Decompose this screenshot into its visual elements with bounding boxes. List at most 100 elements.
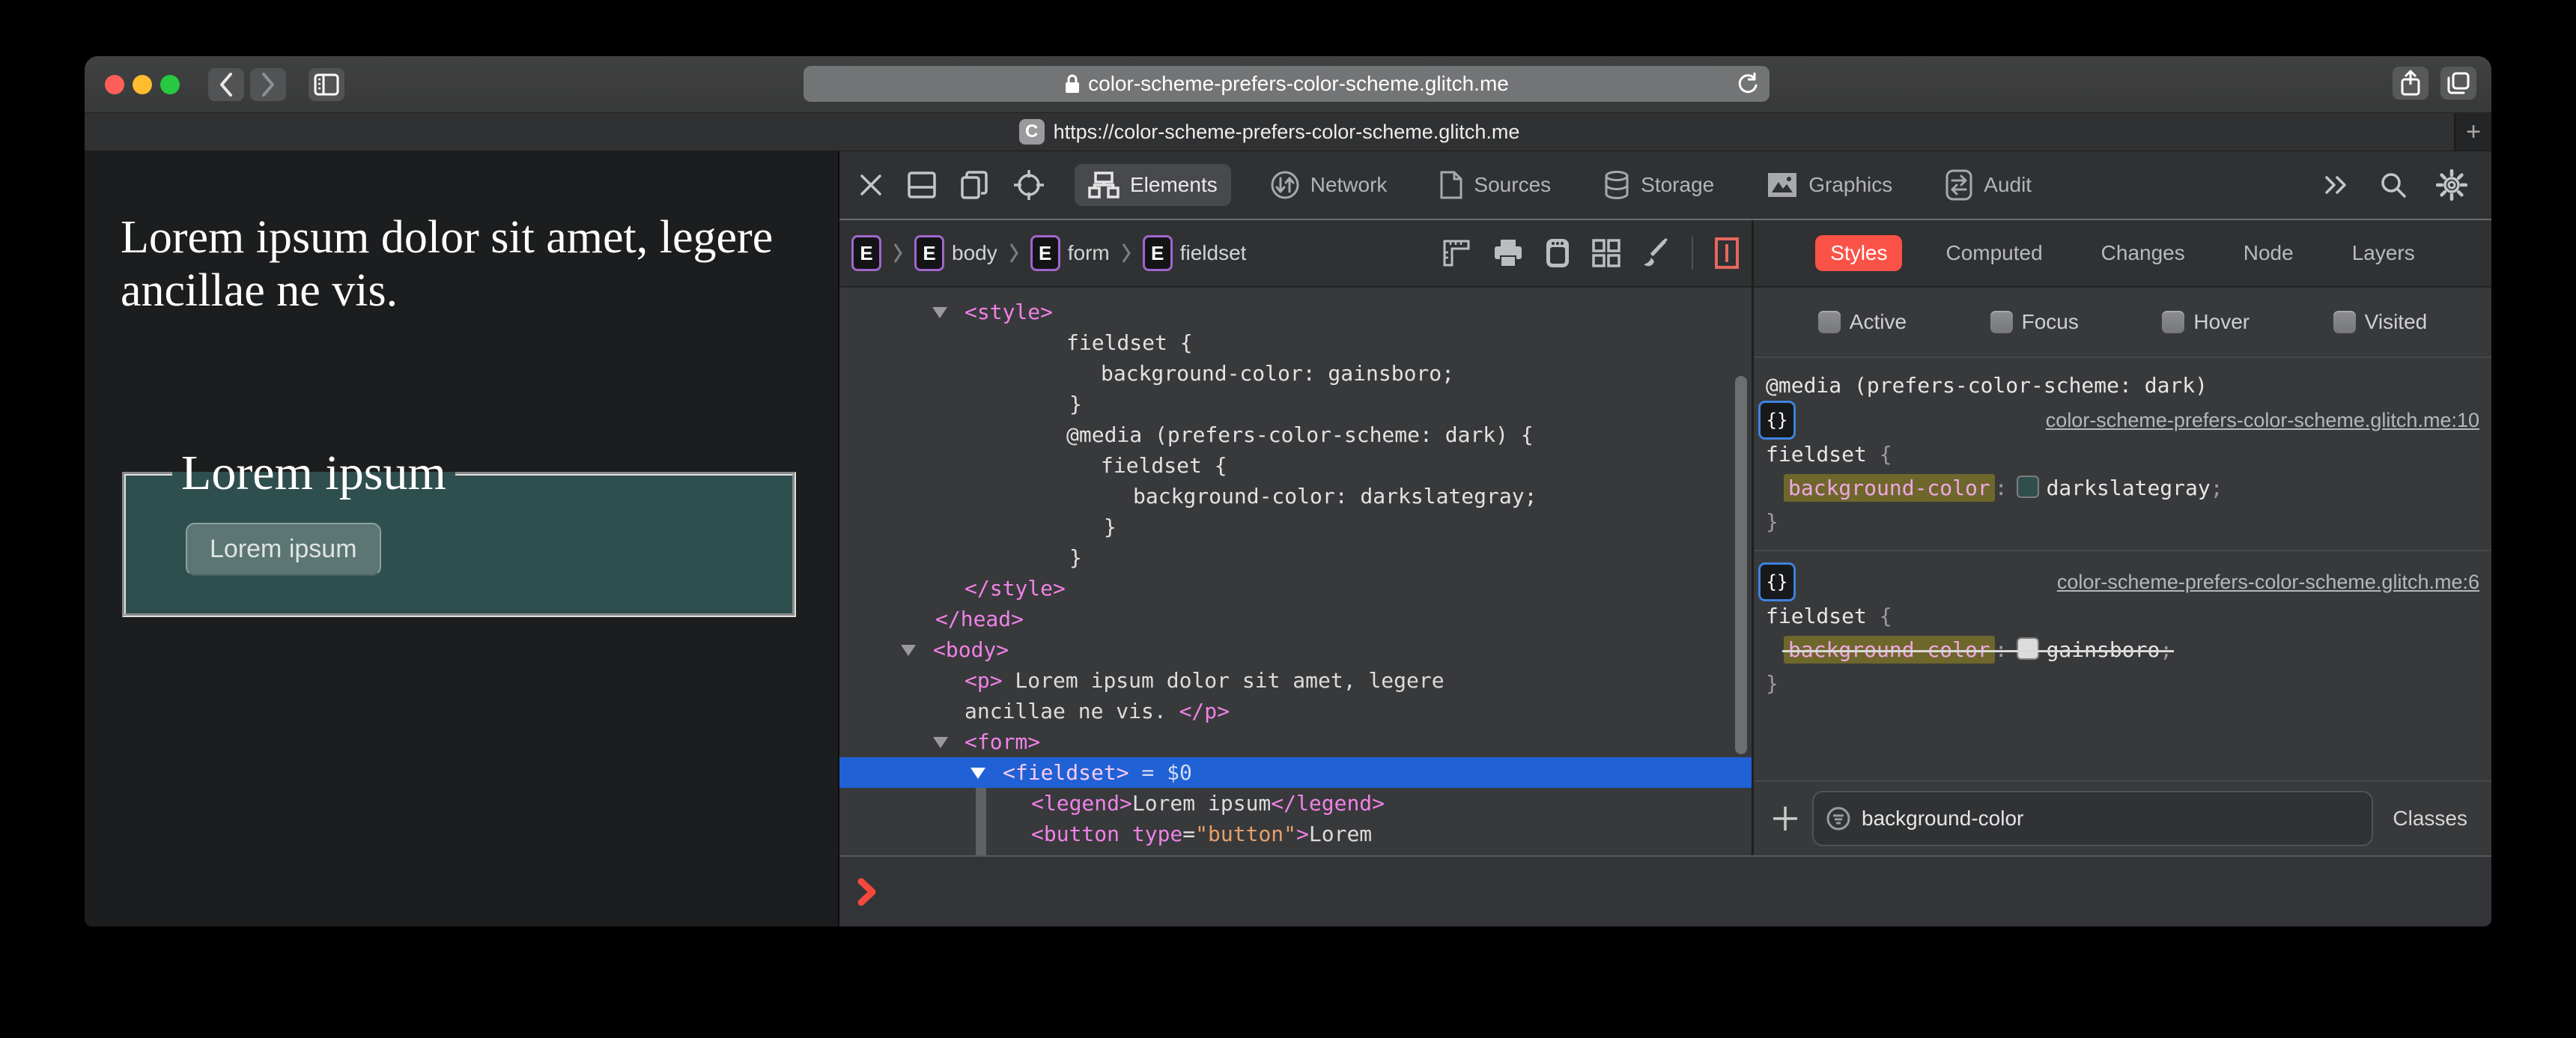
filter-icon xyxy=(1826,806,1851,831)
dom-tree-row[interactable]: } xyxy=(839,389,1752,419)
dock-side-icon[interactable] xyxy=(959,170,991,200)
rule-braces-badge-icon[interactable]: {} xyxy=(1758,562,1796,601)
element-badge: E xyxy=(914,235,944,271)
code-token-plain: } xyxy=(1069,392,1082,416)
pseudo-toggle-focus[interactable]: Focus xyxy=(1990,310,2079,334)
dom-tree-row[interactable]: background-color: darkslategray; xyxy=(839,481,1752,512)
dom-tree-row[interactable]: </head> xyxy=(839,604,1752,634)
styles-tab-node[interactable]: Node xyxy=(2229,235,2309,271)
rule-braces-badge-icon[interactable]: {} xyxy=(1758,401,1796,440)
ruler-icon[interactable] xyxy=(1442,238,1471,268)
forward-button[interactable] xyxy=(250,67,286,101)
rule-declaration[interactable]: background-color: gainsboro; xyxy=(1754,632,2491,668)
breadcrumb-item-form[interactable]: Eform xyxy=(1030,235,1110,271)
print-styles-icon[interactable] xyxy=(1492,238,1524,268)
breadcrumb-item-fieldset[interactable]: Efieldset xyxy=(1142,235,1246,271)
pseudo-toggle-active[interactable]: Active xyxy=(1817,310,1907,334)
pseudo-toggle-hover[interactable]: Hover xyxy=(2162,310,2250,334)
share-button[interactable] xyxy=(2393,67,2428,100)
color-swatch[interactable] xyxy=(2016,476,2039,498)
element-picker-icon[interactable] xyxy=(1013,169,1045,201)
checkbox-visited[interactable] xyxy=(2333,311,2356,333)
dom-tree-row[interactable]: </style> xyxy=(839,573,1752,604)
disclosure-triangle-icon[interactable] xyxy=(901,645,916,656)
inspector-tab-audit[interactable]: Audit xyxy=(1931,162,2045,208)
back-button[interactable] xyxy=(208,67,244,101)
checkbox-hover[interactable] xyxy=(2162,311,2185,333)
dom-tree-row[interactable]: @media (prefers-color-scheme: dark) { xyxy=(839,419,1752,450)
browser-tab[interactable]: C https://color-scheme-prefers-color-sch… xyxy=(85,113,2454,151)
inspector-tab-sources[interactable]: Sources xyxy=(1426,163,1564,207)
paint-flashing-icon[interactable] xyxy=(1642,238,1671,268)
element-overlay-icon[interactable] xyxy=(1714,237,1740,270)
dom-tree-row[interactable]: fieldset { xyxy=(839,450,1752,481)
tab-overview-button[interactable] xyxy=(2440,67,2476,100)
search-icon[interactable] xyxy=(2379,171,2408,199)
close-inspector-icon[interactable] xyxy=(857,172,884,198)
new-tab-button[interactable]: + xyxy=(2454,113,2491,151)
checkbox-focus[interactable] xyxy=(1990,311,2013,333)
code-token-tag: <form> xyxy=(965,729,1041,754)
declaration-property: background-color xyxy=(1784,636,1995,664)
rule-selector-line[interactable]: fieldset { xyxy=(1754,439,2491,470)
dom-tree-row[interactable]: } xyxy=(839,542,1752,573)
new-rule-plus-icon[interactable] xyxy=(1772,805,1799,832)
address-bar[interactable]: color-scheme-prefers-color-scheme.glitch… xyxy=(804,66,1770,102)
page-button[interactable]: Lorem ipsum xyxy=(186,523,381,576)
dom-tree-row[interactable]: background-color: gainsboro; xyxy=(839,358,1752,389)
disclosure-triangle-icon[interactable] xyxy=(970,768,985,779)
code-token-tag: <body> xyxy=(933,637,1009,662)
close-window-button[interactable] xyxy=(105,74,124,94)
safari-window: color-scheme-prefers-color-scheme.glitch… xyxy=(85,56,2491,926)
inspector-tab-graphics[interactable]: Graphics xyxy=(1753,165,1906,205)
color-swatch[interactable] xyxy=(2016,637,2039,660)
inspector-tab-elements[interactable]: Elements xyxy=(1075,164,1231,206)
code-token-tag: </style> xyxy=(965,576,1066,601)
inspector-tab-storage[interactable]: Storage xyxy=(1590,163,1728,207)
rule-declaration[interactable]: background-color: darkslategray; xyxy=(1754,470,2491,506)
reload-icon[interactable] xyxy=(1737,71,1759,97)
dock-bottom-icon[interactable] xyxy=(907,171,937,199)
sidebar-toggle-button[interactable] xyxy=(309,67,344,101)
disclosure-triangle-icon[interactable] xyxy=(933,737,948,748)
styles-tab-computed[interactable]: Computed xyxy=(1931,235,2057,271)
dom-tree-row-selected[interactable]: <fieldset> = $0 xyxy=(839,757,1752,788)
code-token-plain: background-color: gainsboro; xyxy=(1101,361,1455,386)
console-prompt-row[interactable] xyxy=(839,855,2491,926)
dom-tree-row[interactable]: ancillae ne vis. </p> xyxy=(839,696,1752,726)
more-tabs-icon[interactable] xyxy=(2324,174,2351,195)
pseudo-toggle-visited[interactable]: Visited xyxy=(2333,310,2427,334)
dom-tree-row[interactable]: <legend>Lorem ipsum</legend> xyxy=(839,788,1752,819)
checkbox-active[interactable] xyxy=(1817,311,1841,333)
breadcrumb-item-body[interactable]: Ebody xyxy=(914,235,997,271)
rule-source-link[interactable]: color-scheme-prefers-color-scheme.glitch… xyxy=(2057,571,2479,594)
dom-tree-row[interactable]: } xyxy=(839,512,1752,542)
settings-gear-icon[interactable] xyxy=(2436,169,2467,201)
dom-tree-row[interactable]: <button type="button">Lorem xyxy=(839,819,1752,849)
dom-tree-row[interactable]: <p> Lorem ipsum dolor sit amet, legere xyxy=(839,665,1752,696)
layout-grid-icon[interactable] xyxy=(1591,238,1621,268)
dom-tree-row[interactable]: ipsum</button> xyxy=(839,849,1752,855)
breadcrumb-item-element[interactable]: E xyxy=(851,235,881,271)
styles-tab-styles[interactable]: Styles xyxy=(1815,235,1903,271)
device-settings-icon[interactable] xyxy=(1545,237,1570,269)
dom-tree: <style> fieldset {background-color: gains… xyxy=(839,288,1752,855)
inspector-tab-network[interactable]: Network xyxy=(1257,163,1401,207)
desktop: color-scheme-prefers-color-scheme.glitch… xyxy=(0,0,2576,1038)
minimize-window-button[interactable] xyxy=(133,74,152,94)
zoom-window-button[interactable] xyxy=(160,74,180,94)
web-inspector: Elements Network Sources Storage Graphics Aud… xyxy=(838,151,2491,926)
dom-tree-row[interactable]: fieldset { xyxy=(839,327,1752,358)
disclosure-triangle-icon[interactable] xyxy=(932,307,947,318)
dom-tree-row[interactable]: <form> xyxy=(839,726,1752,757)
dom-tree-row[interactable]: <body> xyxy=(839,634,1752,665)
styles-filter-input[interactable]: background-color xyxy=(1812,791,2374,846)
chevron-left-icon xyxy=(218,72,234,97)
classes-toggle[interactable]: Classes xyxy=(2387,807,2473,831)
page-fieldset: Lorem ipsum Lorem ipsum xyxy=(122,445,796,617)
dom-tree-row[interactable]: <style> xyxy=(839,297,1752,327)
rule-source-link[interactable]: color-scheme-prefers-color-scheme.glitch… xyxy=(2046,409,2479,432)
styles-tab-layers[interactable]: Layers xyxy=(2337,235,2430,271)
styles-tab-changes[interactable]: Changes xyxy=(2086,235,2200,271)
rule-selector-line[interactable]: fieldset { xyxy=(1754,601,2491,632)
